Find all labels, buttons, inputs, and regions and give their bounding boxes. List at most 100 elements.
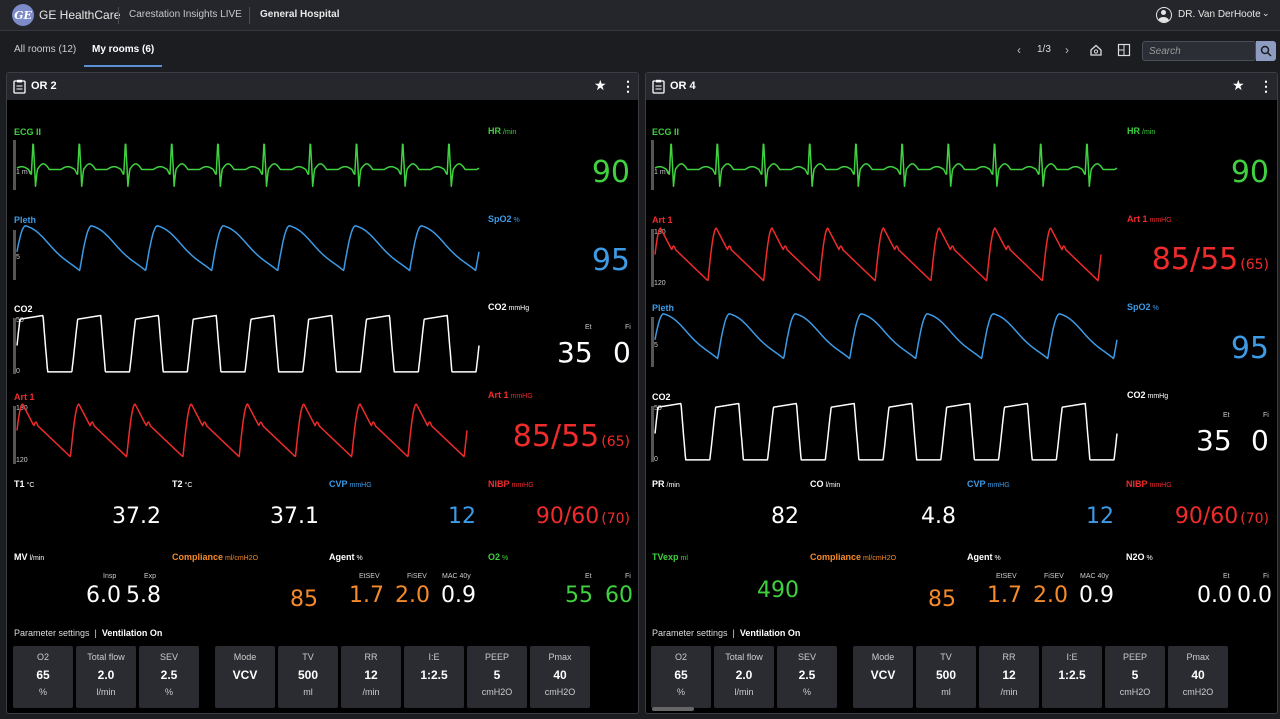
kebab-menu-icon[interactable]: ⋮ — [621, 78, 635, 95]
chevron-left-icon[interactable]: ‹ — [1017, 43, 1021, 57]
setting-peep[interactable]: PEEP 5 cmH2O — [467, 646, 527, 708]
co2-fi-label: Fi — [1263, 412, 1269, 419]
tvexp-label: TVexp ml — [652, 552, 688, 562]
spo2-value: 95 — [1230, 331, 1269, 366]
search-icon — [1260, 45, 1272, 57]
setting-ie[interactable]: I:E 1:2.5 — [404, 646, 464, 708]
ecg-waveform — [654, 143, 1118, 188]
search-button[interactable] — [1256, 41, 1276, 61]
setting-mode[interactable]: Mode VCV — [853, 646, 913, 708]
setting-tv[interactable]: TV 500 ml — [916, 646, 976, 708]
t2-value: 37.1 — [270, 504, 319, 529]
user-name[interactable]: DR. Van DerHoote — [1178, 9, 1261, 20]
o2-fi-label: Fi — [625, 573, 631, 580]
co2-fi-label: Fi — [625, 324, 631, 331]
hr-label: HR/min — [488, 126, 517, 136]
nibp-value: 90/60 (70) — [1174, 504, 1269, 529]
art-waveform — [16, 403, 468, 458]
setting-rr[interactable]: RR 12/min — [979, 646, 1039, 708]
art-label: Art 1 mmHG — [1127, 214, 1172, 224]
mv-label: MV l/min — [14, 552, 45, 562]
o2-et-value: 55 — [565, 583, 593, 608]
compliance-value: 85 — [290, 587, 318, 612]
setting-pmax[interactable]: Pmax 40 cmH2O — [1168, 646, 1228, 708]
horizontal-scrollbar[interactable] — [652, 707, 694, 711]
topbar-divider — [118, 7, 119, 24]
setting-rr[interactable]: RR 12/min — [341, 646, 401, 708]
n2o-et-label: Et — [1223, 573, 1230, 580]
setting-sev[interactable]: SEV 2.5% — [777, 646, 837, 708]
setting-total-flow[interactable]: Total flow 2.0 l/min — [714, 646, 774, 708]
hr-label: HR/min — [1127, 126, 1156, 136]
waveform-trace — [654, 313, 1118, 360]
tab-all-rooms[interactable]: All rooms (12) — [14, 44, 76, 55]
layout-icon[interactable] — [1117, 43, 1131, 57]
setting-total-flow[interactable]: Total flow 2.0 l/min — [76, 646, 136, 708]
agent-fisev-value: 2.0 — [1033, 583, 1068, 608]
compliance-label: Compliance ml/cmH2O — [172, 552, 259, 562]
agent-etsev-label: EtSEV — [996, 573, 1017, 580]
nibp-value: 90/60 (70) — [535, 504, 630, 529]
co2-et-label: Et — [585, 324, 592, 331]
agent-label: Agent% — [329, 552, 363, 562]
topbar-divider — [249, 7, 250, 24]
search-input[interactable] — [1142, 41, 1256, 61]
setting-peep[interactable]: PEEP 5 cmH2O — [1105, 646, 1165, 708]
hospital-name[interactable]: General Hospital — [260, 9, 339, 20]
chevron-down-icon[interactable]: ⌄ — [1262, 8, 1270, 19]
setting-o2[interactable]: O2 65% — [651, 646, 711, 708]
agent-mac-value: 0.9 — [1079, 583, 1114, 608]
wave-scale-bar — [13, 318, 16, 374]
tab-my-rooms[interactable]: My rooms (6) — [92, 44, 154, 55]
waveform-trace — [654, 143, 1118, 188]
star-icon[interactable]: ★ — [1232, 77, 1245, 94]
agent-fisev-value: 2.0 — [395, 583, 430, 608]
top-bar: GE GE HealthCare Carestation Insights LI… — [0, 0, 1280, 31]
agent-label: Agent% — [967, 552, 1001, 562]
ge-logo-icon: GE — [12, 4, 34, 26]
home-icon[interactable] — [1089, 43, 1103, 57]
cvp-label: CVP mmHG — [967, 479, 1010, 489]
kebab-menu-icon[interactable]: ⋮ — [1259, 78, 1273, 95]
cvp-value: 12 — [1086, 504, 1114, 529]
wave-label-art: Art 1 — [652, 215, 673, 225]
agent-mac-label: MAC 40y — [442, 573, 471, 580]
co2-fi-value: 0 — [613, 336, 631, 369]
n2o-fi-value: 0.0 — [1237, 583, 1272, 608]
clipboard-icon — [13, 79, 26, 94]
waveform-trace — [16, 143, 480, 188]
room-panel-or2: OR 2 ★ ⋮ ECG II 1 mV Pleth 5 CO2 50 0 Ar… — [6, 72, 639, 714]
clipboard-icon — [652, 79, 665, 94]
art-waveform — [654, 227, 1102, 282]
wave-label-ecg: ECG II — [14, 127, 42, 137]
chevron-right-icon[interactable]: › — [1065, 43, 1069, 57]
tab-bar: All rooms (12) My rooms (6) ‹ 1/3 › — [0, 32, 1280, 68]
setting-tv[interactable]: TV 500 ml — [278, 646, 338, 708]
waveform-trace — [654, 227, 1102, 282]
setting-o2[interactable]: O2 65% — [13, 646, 73, 708]
art-value: 85/55 (65) — [1151, 242, 1269, 277]
o2-et-label: Et — [585, 573, 592, 580]
hr-value: 90 — [591, 155, 630, 190]
setting-sev[interactable]: SEV 2.5% — [139, 646, 199, 708]
compliance-value: 85 — [928, 587, 956, 612]
agent-fisev-label: FiSEV — [407, 573, 427, 580]
co2-label: CO2 mmHg — [488, 302, 530, 312]
o2-fi-value: 60 — [605, 583, 633, 608]
mv-insp-value: 6.0 — [86, 583, 121, 608]
co2-et-label: Et — [1223, 412, 1230, 419]
tvexp-value: 490 — [757, 578, 799, 603]
setting-pmax[interactable]: Pmax 40 cmH2O — [530, 646, 590, 708]
o2-label: O2% — [488, 552, 509, 562]
wave-label-ecg: ECG II — [652, 127, 680, 137]
room-title: OR 4 — [670, 80, 696, 92]
n2o-label: N2O% — [1126, 552, 1153, 562]
spo2-value: 95 — [591, 243, 630, 278]
setting-mode[interactable]: Mode VCV — [215, 646, 275, 708]
spo2-label: SpO2% — [1127, 302, 1159, 312]
art-value: 85/55 (65) — [512, 419, 630, 454]
wave-scale-bar — [651, 229, 654, 287]
setting-ie[interactable]: I:E 1:2.5 — [1042, 646, 1102, 708]
star-icon[interactable]: ★ — [594, 77, 607, 94]
user-icon[interactable] — [1156, 7, 1172, 23]
